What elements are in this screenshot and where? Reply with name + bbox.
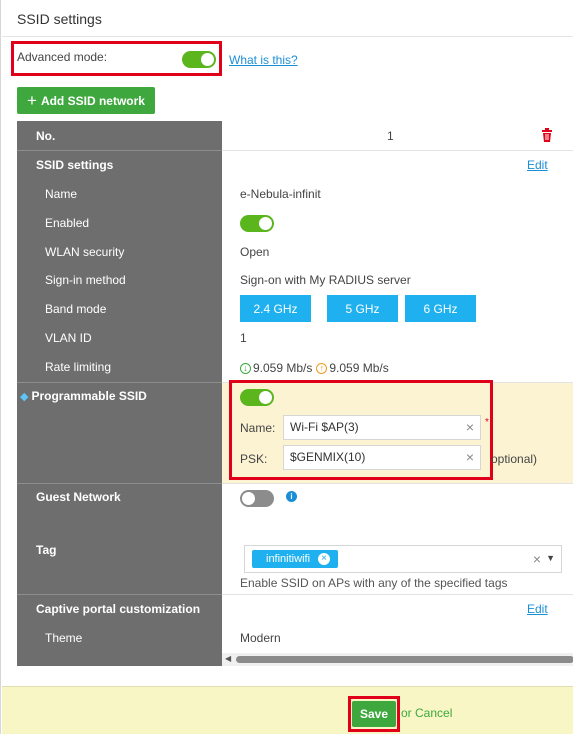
what-is-this-link[interactable]: What is this?: [229, 53, 298, 67]
no-label: No.: [36, 129, 56, 143]
footer-bar: [2, 686, 573, 734]
programmable-name-label: Name:: [240, 421, 276, 435]
tag-label: Tag: [36, 543, 57, 557]
guest-network-label: Guest Network: [36, 490, 121, 504]
theme-value: Modern: [240, 631, 281, 645]
sign-in-method-value: Sign-on with My RADIUS server: [240, 273, 411, 287]
row-divider: [17, 594, 222, 595]
captive-portal-edit-link[interactable]: Edit: [527, 602, 548, 616]
no-value: 1: [387, 129, 394, 143]
scroll-left-icon[interactable]: ◀: [225, 654, 231, 663]
wlan-security-value: Open: [240, 245, 270, 259]
ssid-settings-page: SSID settings Advanced mode: What is thi…: [0, 0, 573, 734]
upload-rate: 9.059 Mb/s: [329, 361, 389, 375]
clear-icon[interactable]: ×: [466, 419, 474, 435]
title-divider: [2, 36, 573, 37]
clear-icon[interactable]: ×: [533, 551, 541, 567]
download-arrow-icon: ↓: [240, 362, 251, 374]
captive-portal-label: Captive portal customization: [36, 602, 201, 616]
cancel-link[interactable]: Cancel: [415, 706, 452, 720]
enabled-toggle[interactable]: [240, 215, 274, 232]
theme-label: Theme: [45, 631, 83, 645]
remove-tag-icon[interactable]: ×: [318, 553, 331, 565]
ssid-table: No. 1 SSID settings Edit Name e-Nebula-i…: [17, 121, 573, 666]
plus-icon: +: [27, 91, 37, 110]
wlan-security-label: WLAN security: [45, 245, 125, 259]
tag-select[interactable]: infinitiwifi × × ▼: [244, 545, 562, 573]
band-6ghz: 6 GHz: [405, 295, 476, 322]
tag-chip: infinitiwifi ×: [252, 550, 339, 568]
programmable-psk-input[interactable]: $GENMIX(10) ×: [283, 445, 481, 470]
row-divider: [222, 594, 573, 595]
page-title: SSID settings: [17, 11, 102, 27]
trash-icon[interactable]: [541, 128, 553, 142]
vlan-id-value: 1: [240, 331, 247, 345]
download-rate: 9.059 Mb/s: [253, 361, 313, 375]
programmable-name-input[interactable]: Wi-Fi $AP(3) ×: [283, 415, 481, 440]
ssid-settings-edit-link[interactable]: Edit: [527, 158, 548, 172]
advanced-mode-label: Advanced mode:: [17, 50, 108, 64]
add-ssid-network-label: Add SSID network: [40, 93, 145, 108]
row-divider: [222, 150, 573, 151]
tag-chip-label: infinitiwifi: [266, 553, 311, 565]
programmable-ssid-label-wrap: ◆ Programmable SSID: [20, 389, 147, 403]
scrollbar-thumb[interactable]: [236, 656, 573, 663]
programmable-ssid-toggle[interactable]: [240, 389, 274, 406]
programmable-psk-label: PSK:: [240, 452, 268, 466]
row-divider: [17, 150, 222, 151]
or-text: or: [401, 706, 412, 720]
rate-limiting-label: Rate limiting: [45, 360, 112, 374]
programmable-psk-value: $GENMIX(10): [290, 450, 366, 464]
chevron-down-icon[interactable]: ▼: [546, 553, 555, 563]
row-divider: [222, 483, 573, 484]
row-divider: [17, 382, 222, 383]
programmable-ssid-label: Programmable SSID: [31, 389, 147, 403]
or-cancel: or Cancel: [401, 706, 452, 720]
tag-help-text: Enable SSID on APs with any of the speci…: [240, 576, 508, 590]
ssid-settings-label: SSID settings: [36, 158, 114, 172]
horizontal-scrollbar[interactable]: ◀: [222, 653, 573, 666]
guest-network-toggle[interactable]: [240, 490, 274, 507]
band-mode-label: Band mode: [45, 302, 107, 316]
programmable-name-value: Wi-Fi $AP(3): [290, 420, 359, 434]
required-marker: *: [485, 417, 489, 428]
diamond-icon: ◆: [20, 390, 29, 403]
add-ssid-network-button[interactable]: + Add SSID network: [17, 87, 155, 114]
info-icon[interactable]: i: [286, 491, 297, 502]
clear-icon[interactable]: ×: [466, 449, 474, 465]
name-value: e-Nebula-infinit: [240, 187, 321, 201]
rate-limiting-value: ↓ 9.059 Mb/s ↑ 9.059 Mb/s: [240, 361, 389, 375]
name-label: Name: [45, 187, 78, 201]
upload-arrow-icon: ↑: [316, 362, 328, 374]
save-button[interactable]: Save: [352, 701, 396, 727]
row-divider: [17, 483, 222, 484]
psk-optional-note: optional): [491, 452, 538, 466]
vlan-id-label: VLAN ID: [45, 331, 92, 345]
band-5ghz: 5 GHz: [327, 295, 398, 322]
sign-in-method-label: Sign-in method: [45, 273, 126, 287]
advanced-mode-toggle[interactable]: [182, 51, 216, 68]
enabled-label: Enabled: [45, 216, 90, 230]
band-2-4ghz: 2.4 GHz: [240, 295, 311, 322]
